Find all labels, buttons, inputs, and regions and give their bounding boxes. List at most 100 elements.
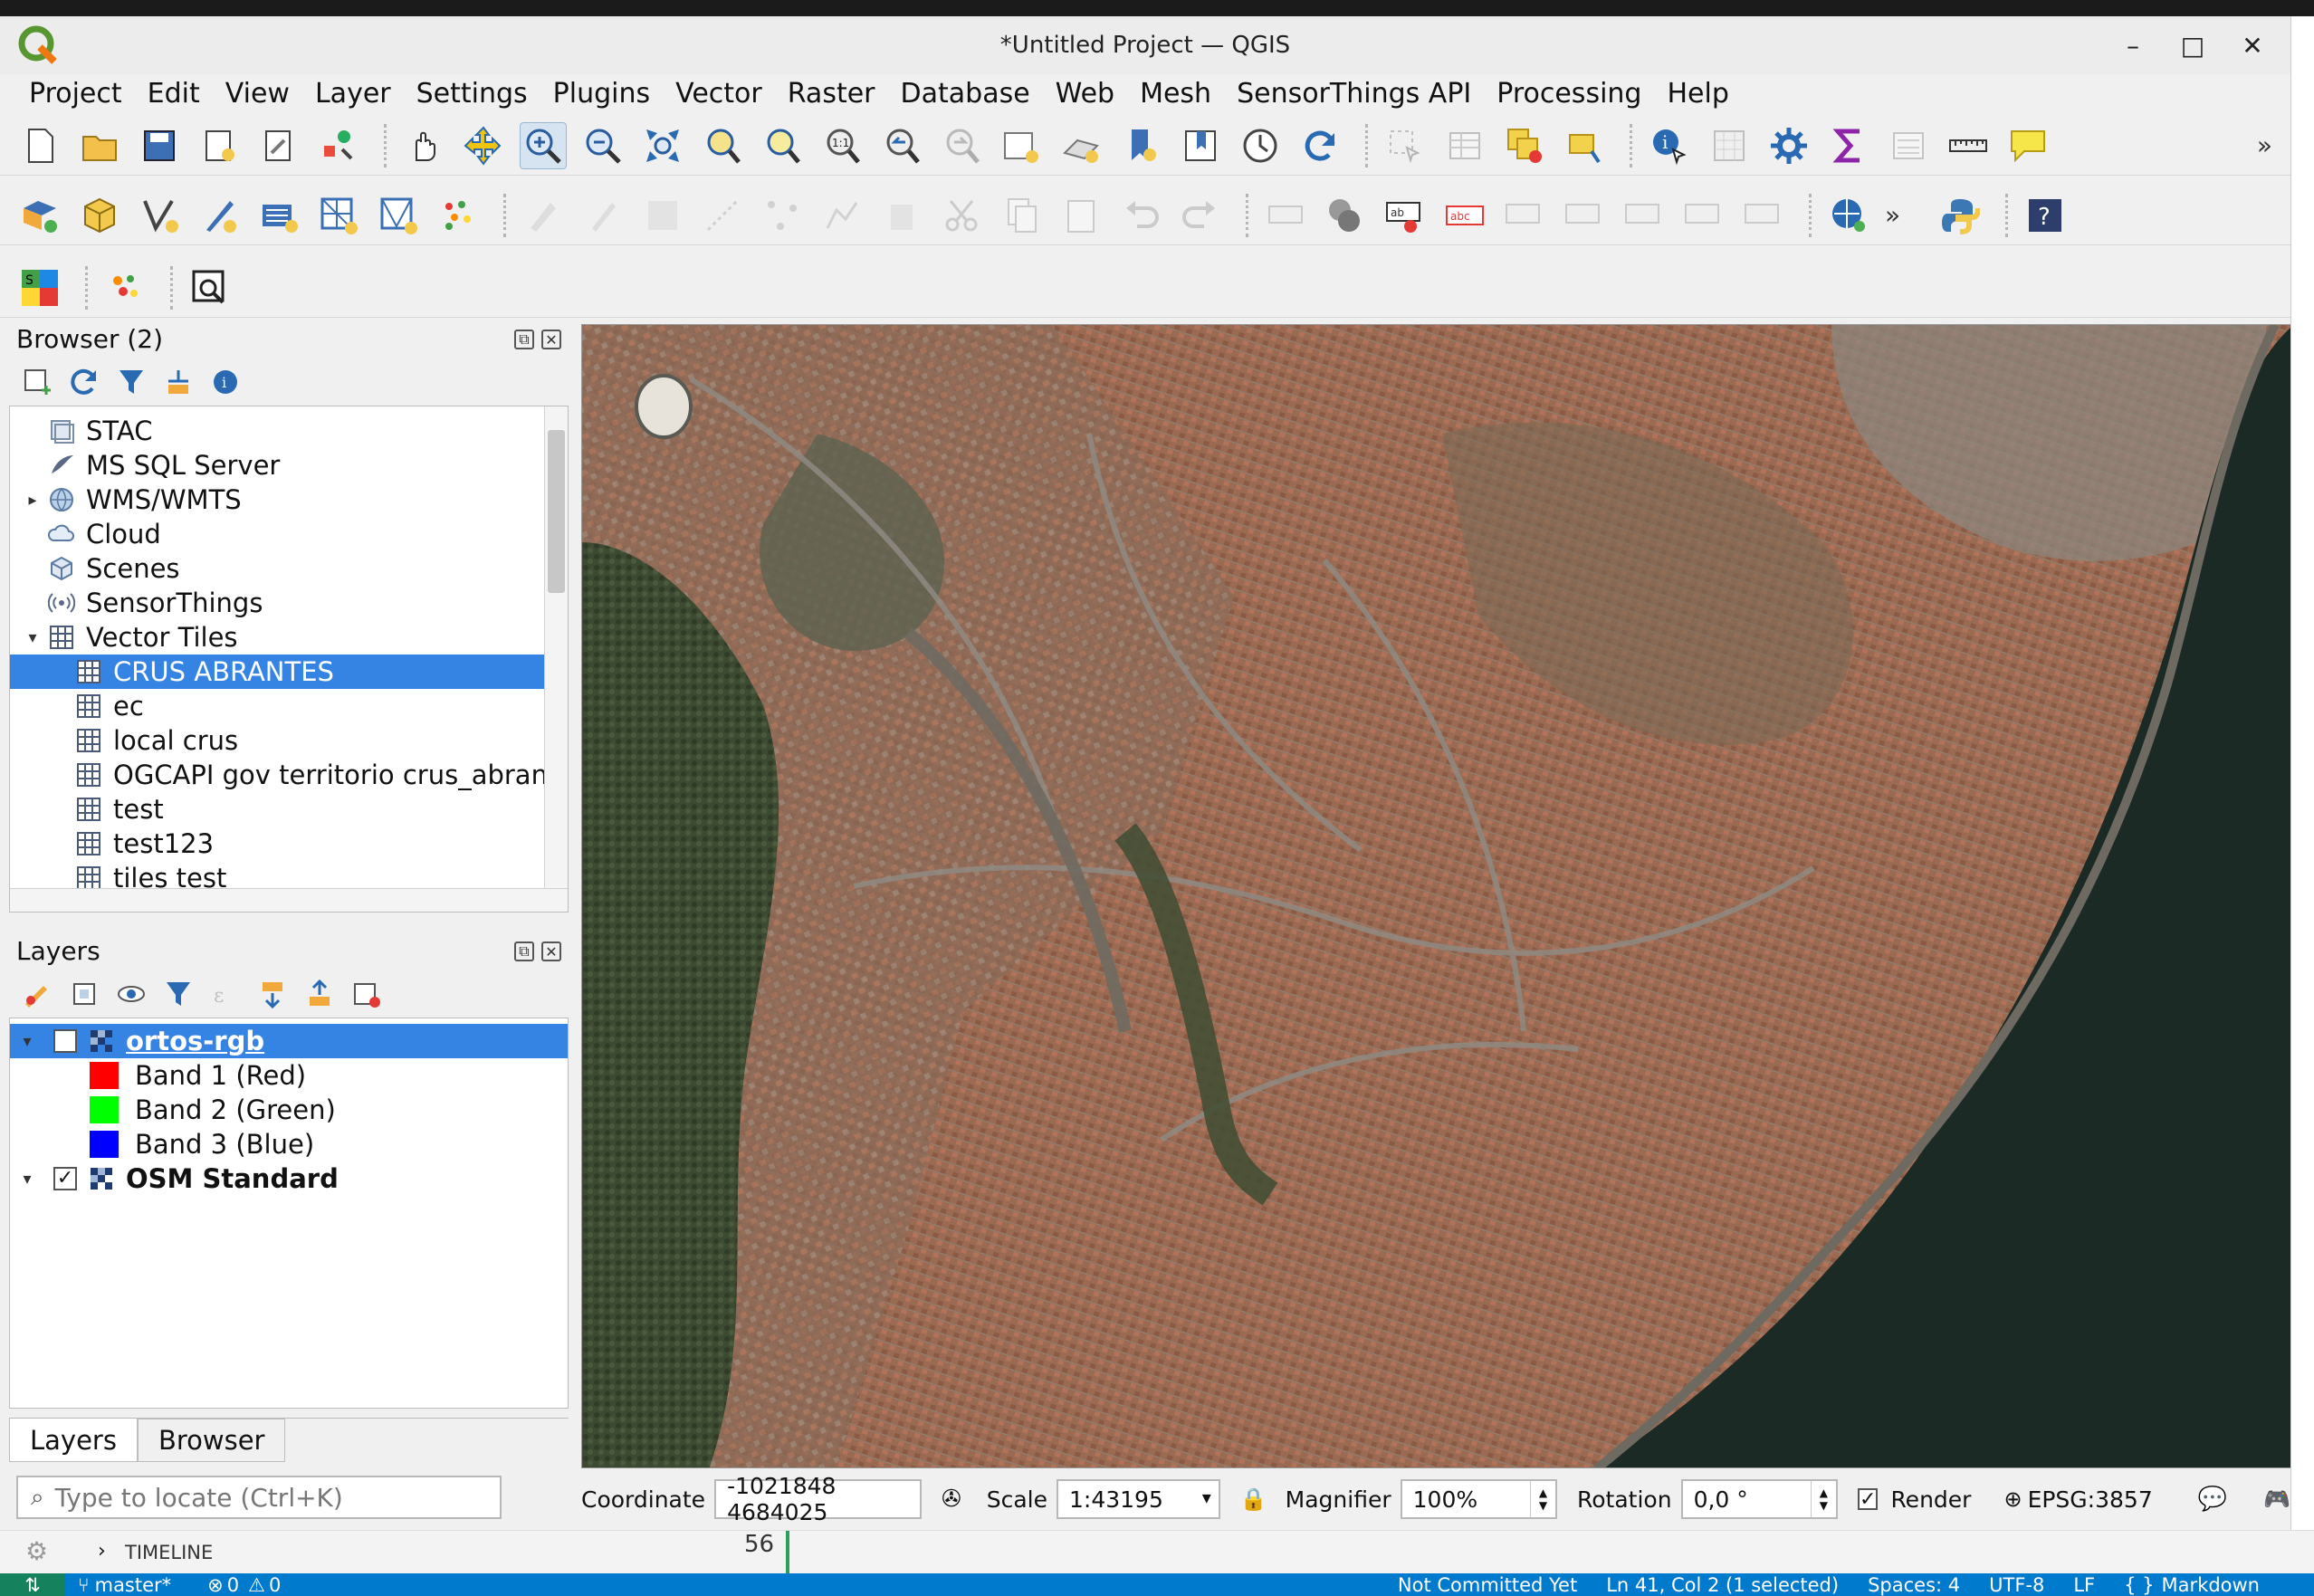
zoom-native-icon[interactable]: 1:1 xyxy=(818,122,865,169)
open-layer-styling-icon[interactable] xyxy=(22,979,53,1009)
toolbar-overflow-icon[interactable]: » xyxy=(2257,130,2272,160)
close-panel-icon[interactable]: ✕ xyxy=(541,941,561,961)
refresh-icon[interactable] xyxy=(1296,122,1343,169)
browser-item-ogcapi[interactable]: OGCAPI gov territorio crus_abrante xyxy=(10,758,568,792)
locator-search-plugin-icon[interactable] xyxy=(186,264,234,311)
move-label-icon[interactable] xyxy=(1621,192,1668,239)
show-bookmarks-icon[interactable] xyxy=(1177,122,1224,169)
rotation-spinner[interactable]: ▲ ▼ xyxy=(1810,1481,1836,1517)
toolbar2-overflow-icon[interactable]: » xyxy=(1885,200,1900,230)
new-print-layout-icon[interactable] xyxy=(196,122,243,169)
minimize-icon[interactable]: – xyxy=(2113,27,2153,63)
properties-icon[interactable]: i xyxy=(210,367,241,397)
layout-manager-icon[interactable] xyxy=(255,122,302,169)
data-source-manager-icon[interactable] xyxy=(16,192,63,239)
cut-features-icon[interactable] xyxy=(938,192,985,239)
messages-icon[interactable]: 💬 xyxy=(2198,1486,2227,1513)
new-map-view-icon[interactable] xyxy=(998,122,1045,169)
menu-layer[interactable]: Layer xyxy=(315,78,391,110)
open-field-calculator-icon[interactable] xyxy=(1706,122,1753,169)
magnifier-spinner[interactable]: ▲ ▼ xyxy=(1530,1481,1555,1517)
zoom-out-icon[interactable] xyxy=(579,122,626,169)
change-label-icon[interactable] xyxy=(1740,192,1787,239)
menu-help[interactable]: Help xyxy=(1667,78,1728,110)
settings-gear-icon[interactable]: ⚙ xyxy=(25,1536,48,1566)
remove-layer-icon[interactable] xyxy=(351,979,382,1009)
zoom-last-icon[interactable] xyxy=(878,122,925,169)
point-cluster-plugin-icon[interactable] xyxy=(101,264,148,311)
save-project-icon[interactable] xyxy=(136,122,183,169)
new-geopackage-icon[interactable] xyxy=(76,192,123,239)
crs-globe-icon[interactable]: ⊕ xyxy=(2003,1486,2022,1512)
warnings-count[interactable]: 0 xyxy=(269,1574,281,1596)
lock-scale-icon[interactable]: 🔒 xyxy=(1240,1486,1267,1512)
copy-features-icon[interactable] xyxy=(998,192,1045,239)
maximize-icon[interactable]: □ xyxy=(2173,27,2213,63)
branch-name[interactable]: master* xyxy=(95,1574,172,1596)
zoom-next-icon[interactable] xyxy=(938,122,985,169)
browser-item-ec[interactable]: ec xyxy=(10,689,568,723)
menu-processing[interactable]: Processing xyxy=(1496,78,1641,110)
menu-settings[interactable]: Settings xyxy=(416,78,528,110)
add-selected-layers-icon[interactable] xyxy=(22,367,53,397)
menu-view[interactable]: View xyxy=(225,78,290,110)
expand-all-icon[interactable] xyxy=(257,979,288,1009)
delete-selected-icon[interactable] xyxy=(878,192,925,239)
chevron-right-icon[interactable]: ▸ xyxy=(23,491,43,510)
menu-mesh[interactable]: Mesh xyxy=(1140,78,1211,110)
save-edits-icon[interactable] xyxy=(639,192,686,239)
zoom-full-icon[interactable] xyxy=(639,122,686,169)
browser-item-test[interactable]: test xyxy=(10,792,568,827)
sld-plugin-icon[interactable]: S xyxy=(16,264,63,311)
browser-item-cloud[interactable]: Cloud xyxy=(10,517,568,551)
browser-item-local-crus[interactable]: local crus xyxy=(10,723,568,758)
magnifier-field[interactable]: 100% ▲ ▼ xyxy=(1400,1479,1557,1519)
close-panel-icon[interactable]: ✕ xyxy=(541,330,561,349)
layer-visibility-checkbox[interactable]: ✓ xyxy=(53,1029,77,1053)
tab-browser[interactable]: Browser xyxy=(137,1419,286,1462)
map-canvas[interactable] xyxy=(581,324,2292,1468)
map-tips-icon[interactable] xyxy=(2004,122,2051,169)
paste-features-icon[interactable] xyxy=(1057,192,1104,239)
new-bookmark-icon[interactable] xyxy=(1117,122,1164,169)
browser-item-mssql[interactable]: MS SQL Server xyxy=(10,448,568,483)
collapse-all-icon[interactable] xyxy=(163,367,194,397)
browser-item-test123[interactable]: test123 xyxy=(10,827,568,861)
new-mesh-layer-icon[interactable] xyxy=(375,192,422,239)
coordinate-field[interactable]: -1021848 4684025 xyxy=(714,1473,922,1525)
select-by-location-icon[interactable] xyxy=(1561,122,1608,169)
menu-web[interactable]: Web xyxy=(1056,78,1114,110)
indentation[interactable]: Spaces: 4 xyxy=(1868,1574,1960,1596)
open-project-icon[interactable] xyxy=(76,122,123,169)
timeline-label[interactable]: TIMELINE xyxy=(125,1542,213,1563)
current-edits-icon[interactable] xyxy=(520,192,567,239)
browser-horizontal-scrollbar[interactable] xyxy=(10,888,568,912)
scale-field[interactable]: 1:43195 ▾ xyxy=(1057,1479,1220,1519)
rotate-label-icon[interactable] xyxy=(1680,192,1727,239)
zoom-to-layer-icon[interactable] xyxy=(759,122,806,169)
commit-status[interactable]: Not Committed Yet xyxy=(1398,1574,1577,1596)
tab-layers[interactable]: Layers xyxy=(9,1419,138,1462)
menu-project[interactable]: Project xyxy=(29,78,122,110)
new-spatialite-layer-icon[interactable] xyxy=(196,192,243,239)
chevron-right-icon[interactable]: › xyxy=(98,1540,106,1563)
pan-hand-icon[interactable] xyxy=(400,122,447,169)
zoom-in-icon[interactable] xyxy=(520,121,567,169)
problems-count[interactable]: 0 xyxy=(227,1574,239,1596)
filter-legend-icon[interactable] xyxy=(163,979,194,1009)
menu-edit[interactable]: Edit xyxy=(148,78,200,110)
layer-ortos-rgb[interactable]: ▾ ✓ ortos-rgb xyxy=(10,1024,568,1058)
layer-osm-standard[interactable]: ▾ ✓ OSM Standard xyxy=(10,1161,568,1196)
new-memory-layer-icon[interactable] xyxy=(315,192,362,239)
cursor-position[interactable]: Ln 41, Col 2 (1 selected) xyxy=(1606,1574,1839,1596)
layer-visibility-checkbox[interactable]: ✓ xyxy=(53,1167,77,1190)
locator-bar[interactable]: ⌕ Type to locate (Ctrl+K) xyxy=(16,1476,502,1519)
chevron-down-icon[interactable]: ▾ xyxy=(17,1170,37,1189)
python-console-icon[interactable] xyxy=(1936,192,1984,239)
redo-icon[interactable] xyxy=(1177,192,1224,239)
toggle-editing-icon[interactable] xyxy=(579,192,626,239)
help-icon[interactable]: ? xyxy=(2022,192,2069,239)
add-group-icon[interactable] xyxy=(69,979,100,1009)
label-tool-icon[interactable] xyxy=(1262,192,1309,239)
browser-item-crus-abrantes[interactable]: CRUS ABRANTES xyxy=(10,655,544,689)
